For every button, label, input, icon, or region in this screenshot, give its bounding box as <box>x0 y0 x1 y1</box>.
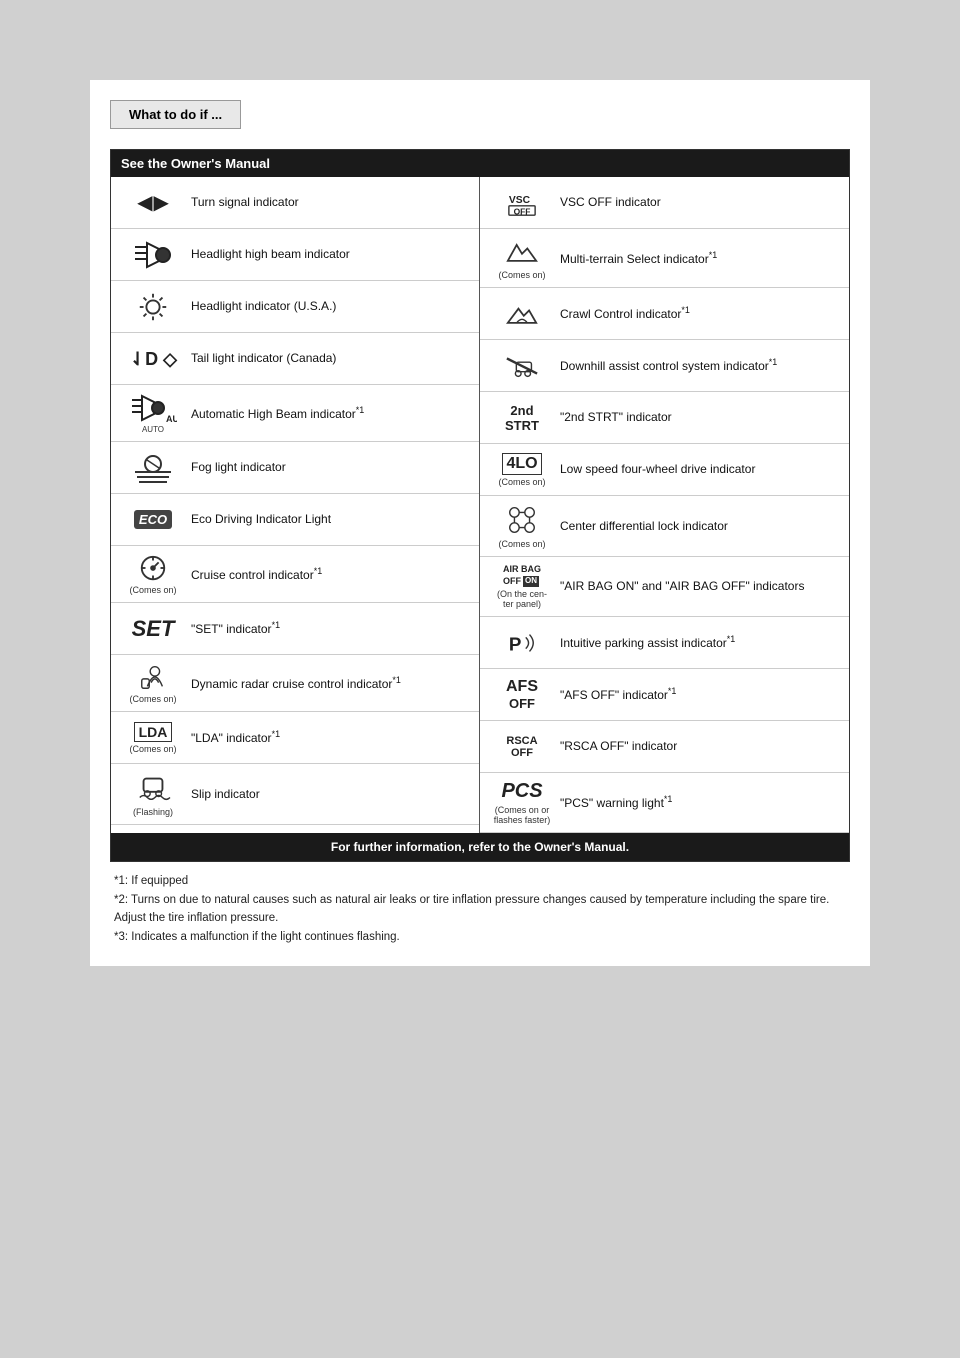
footnote-2: *2: Turns on due to natural causes such … <box>114 891 846 928</box>
crawl-control-icon <box>488 298 556 330</box>
svg-text:AUTO: AUTO <box>166 414 177 424</box>
list-item: (Comes on) Cruise control indicator*1 <box>111 546 479 603</box>
indicator-label: Fog light indicator <box>187 459 471 476</box>
eco-icon: ECO <box>119 510 187 529</box>
indicator-label: "2nd STRT" indicator <box>556 409 841 426</box>
table-body: ◀ ▶ Turn signal indicator <box>111 177 849 833</box>
list-item: (Comes on) Center differential lock indi… <box>480 496 849 557</box>
list-item: AIR BAG OFF ON (On the cen-ter panel) "A… <box>480 557 849 617</box>
indicator-label: Center differential lock indicator <box>556 518 841 535</box>
footnotes: *1: If equipped *2: Turns on due to natu… <box>110 872 850 946</box>
indicator-label: Automatic High Beam indicator*1 <box>187 404 471 423</box>
main-table: See the Owner's Manual ◀ ▶ Turn signal i… <box>110 149 850 862</box>
indicator-label: Low speed four-wheel drive indicator <box>556 461 841 478</box>
svg-text:⇃D ◇⇃: ⇃D ◇⇃ <box>130 349 178 369</box>
dynamic-radar-icon: (Comes on) <box>119 662 187 704</box>
center-diff-icon: (Comes on) <box>488 503 556 549</box>
indicator-label: Headlight indicator (U.S.A.) <box>187 298 471 315</box>
footnote-1: *1: If equipped <box>114 872 846 890</box>
indicator-label: Downhill assist control system indicator… <box>556 356 841 375</box>
tail-light-icon: ⇃D ◇⇃ <box>119 345 187 373</box>
list-item: LDA (Comes on) "LDA" indicator*1 <box>111 712 479 764</box>
list-item: ◀ ▶ Turn signal indicator <box>111 177 479 229</box>
slip-indicator-icon: (Flashing) <box>119 771 187 817</box>
list-item: Downhill assist control system indicator… <box>480 340 849 392</box>
list-item: 2nd STRT "2nd STRT" indicator <box>480 392 849 444</box>
left-column: ◀ ▶ Turn signal indicator <box>111 177 480 833</box>
indicator-label: Intuitive parking assist indicator*1 <box>556 633 841 652</box>
list-item: (Flashing) Slip indicator <box>111 764 479 825</box>
list-item: AFS OFF "AFS OFF" indicator*1 <box>480 669 849 721</box>
right-column: VSC OFF VSC OFF indicator (Com <box>480 177 849 833</box>
indicator-label: Headlight high beam indicator <box>187 246 471 263</box>
indicator-label: Turn signal indicator <box>187 194 471 211</box>
indicator-label: Eco Driving Indicator Light <box>187 511 471 528</box>
airbag-icon: AIR BAG OFF ON (On the cen-ter panel) <box>488 564 556 609</box>
list-item: Fog light indicator <box>111 442 479 494</box>
indicator-label: Crawl Control indicator*1 <box>556 304 841 323</box>
svg-text:VSC: VSC <box>509 195 531 206</box>
downhill-assist-icon <box>488 349 556 383</box>
list-item: ⇃D ◇⇃ Tail light indicator (Canada) <box>111 333 479 385</box>
list-item: PCS (Comes on orflashes faster) "PCS" wa… <box>480 773 849 833</box>
4lo-icon: 4LO (Comes on) <box>488 453 556 487</box>
list-item: RSCA OFF "RSCA OFF" indicator <box>480 721 849 773</box>
indicator-label: "AIR BAG ON" and "AIR BAG OFF" indicator… <box>556 578 841 595</box>
pcs-icon: PCS (Comes on orflashes faster) <box>488 780 556 825</box>
indicator-label: "LDA" indicator*1 <box>187 728 471 747</box>
svg-text:OFF: OFF <box>514 206 531 216</box>
list-item: Crawl Control indicator*1 <box>480 288 849 340</box>
cruise-control-icon: (Comes on) <box>119 553 187 595</box>
vsc-off-icon: VSC OFF <box>488 188 556 218</box>
indicator-label: VSC OFF indicator <box>556 194 841 211</box>
list-item: (Comes on) Dynamic radar cruise control … <box>111 655 479 712</box>
footer-bar: For further information, refer to the Ow… <box>111 833 849 861</box>
indicator-label: "AFS OFF" indicator*1 <box>556 685 841 704</box>
turn-signal-icon: ◀ ▶ <box>119 190 187 215</box>
indicator-label: "SET" indicator*1 <box>187 619 471 638</box>
list-item: VSC OFF VSC OFF indicator <box>480 177 849 229</box>
headlight-usa-icon <box>119 290 187 324</box>
indicator-label: Slip indicator <box>187 786 471 803</box>
footnote-3: *3: Indicates a malfunction if the light… <box>114 928 846 946</box>
list-item: SET "SET" indicator*1 <box>111 603 479 655</box>
fog-light-icon <box>119 450 187 486</box>
headlight-highbeam-icon <box>119 239 187 271</box>
indicator-label: Cruise control indicator*1 <box>187 565 471 584</box>
indicator-label: Multi-terrain Select indicator*1 <box>556 249 841 268</box>
list-item: (Comes on) Multi-terrain Select indicato… <box>480 229 849 288</box>
indicator-label: Dynamic radar cruise control indicator*1 <box>187 674 471 693</box>
2nd-strt-icon: 2nd STRT <box>488 403 556 433</box>
what-to-do-tab: What to do if ... <box>110 100 241 129</box>
svg-text:P: P <box>509 633 522 654</box>
list-item: 4LO (Comes on) Low speed four-wheel driv… <box>480 444 849 496</box>
indicator-label: "RSCA OFF" indicator <box>556 738 841 755</box>
auto-high-beam-icon: AUTO AUTO <box>119 392 187 434</box>
lda-icon: LDA (Comes on) <box>119 722 187 754</box>
list-item: ECO Eco Driving Indicator Light <box>111 494 479 546</box>
rsca-off-icon: RSCA OFF <box>488 735 556 759</box>
list-item: Headlight indicator (U.S.A.) <box>111 281 479 333</box>
list-item: P Intuitive parking assist indicator*1 <box>480 617 849 669</box>
indicator-label: Tail light indicator (Canada) <box>187 350 471 367</box>
indicator-label: "PCS" warning light*1 <box>556 793 841 812</box>
parking-assist-icon: P <box>488 628 556 658</box>
table-header: See the Owner's Manual <box>111 150 849 177</box>
afs-off-icon: AFS OFF <box>488 678 556 711</box>
list-item: Headlight high beam indicator <box>111 229 479 281</box>
list-item: AUTO AUTO Automatic High Beam indicator*… <box>111 385 479 442</box>
multi-terrain-icon: (Comes on) <box>488 236 556 280</box>
page-container: What to do if ... See the Owner's Manual… <box>90 80 870 966</box>
set-icon: SET <box>119 616 187 642</box>
